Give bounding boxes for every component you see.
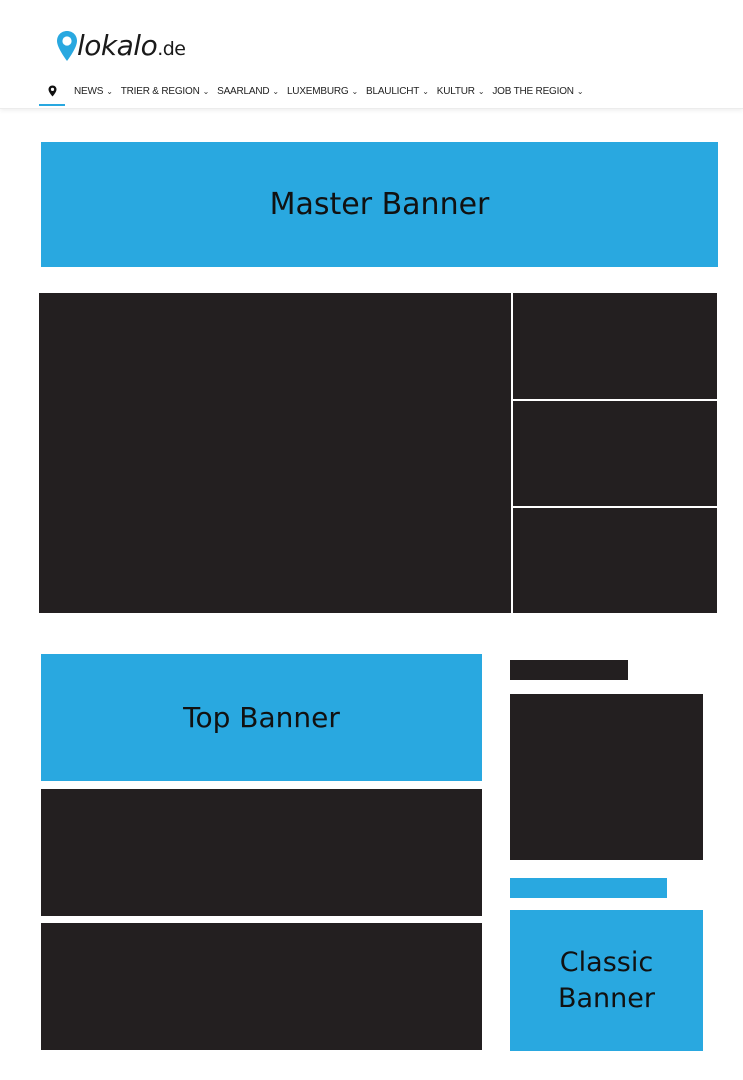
top-banner[interactable]: Top Banner [41, 654, 482, 781]
chevron-down-icon: ⌄ [477, 86, 485, 96]
nav-item-job-the-region[interactable]: JOB THE REGION ⌄ [492, 82, 583, 100]
main-navigation: NEWS ⌄ TRIER & REGION ⌄ SAARLAND ⌄ LUXEMBUR… [38, 82, 584, 108]
sidebar-article[interactable] [510, 694, 703, 860]
article-card[interactable] [41, 789, 482, 916]
map-pin-icon [48, 85, 56, 97]
chevron-down-icon: ⌄ [422, 86, 429, 96]
nav-home[interactable] [38, 82, 66, 108]
nav-item-label: TRIER & REGION [120, 85, 200, 97]
nav-item-label: KULTUR [436, 85, 475, 97]
classic-banner[interactable]: Classic Banner [510, 910, 703, 1051]
nav-item-kultur[interactable]: KULTUR ⌄ [437, 82, 485, 100]
nav-item-trier-region[interactable]: TRIER & REGION ⌄ [120, 82, 210, 100]
chevron-down-icon: ⌄ [351, 86, 358, 96]
hero-side-article[interactable] [513, 401, 717, 506]
master-banner[interactable]: Master Banner [41, 142, 718, 267]
nav-item-label: SAARLAND [217, 85, 270, 97]
nav-item-saarland[interactable]: SAARLAND ⌄ [217, 82, 279, 100]
site-header: lokalo.de NEWS ⌄ TRIER & REGION ⌄ SAARLAND… [0, 0, 743, 109]
map-pin-icon [57, 31, 77, 61]
sidebar-section-bar [510, 878, 667, 898]
chevron-down-icon: ⌄ [106, 86, 113, 96]
active-indicator [39, 104, 65, 106]
logo-name: lokalo [77, 29, 158, 62]
nav-item-label: NEWS [74, 85, 104, 97]
nav-item-label: JOB THE REGION [492, 85, 574, 97]
logo-tld: .de [157, 38, 186, 60]
hero-main-article[interactable] [39, 293, 511, 613]
chevron-down-icon: ⌄ [272, 86, 279, 96]
chevron-down-icon: ⌄ [576, 86, 584, 96]
hero-side-article[interactable] [513, 508, 717, 613]
sidebar-section-title [510, 660, 628, 680]
nav-item-news[interactable]: NEWS ⌄ [74, 82, 113, 100]
nav-item-label: LUXEMBURG [286, 85, 349, 97]
article-card[interactable] [41, 923, 482, 1050]
nav-item-label: BLAULICHT [366, 85, 420, 97]
logo-wordmark: lokalo.de [77, 32, 186, 60]
chevron-down-icon: ⌄ [202, 86, 210, 96]
site-logo[interactable]: lokalo.de [56, 26, 186, 66]
nav-item-luxemburg[interactable]: LUXEMBURG ⌄ [287, 82, 358, 100]
nav-item-blaulicht[interactable]: BLAULICHT ⌄ [366, 82, 429, 100]
hero-side-article[interactable] [513, 293, 717, 399]
